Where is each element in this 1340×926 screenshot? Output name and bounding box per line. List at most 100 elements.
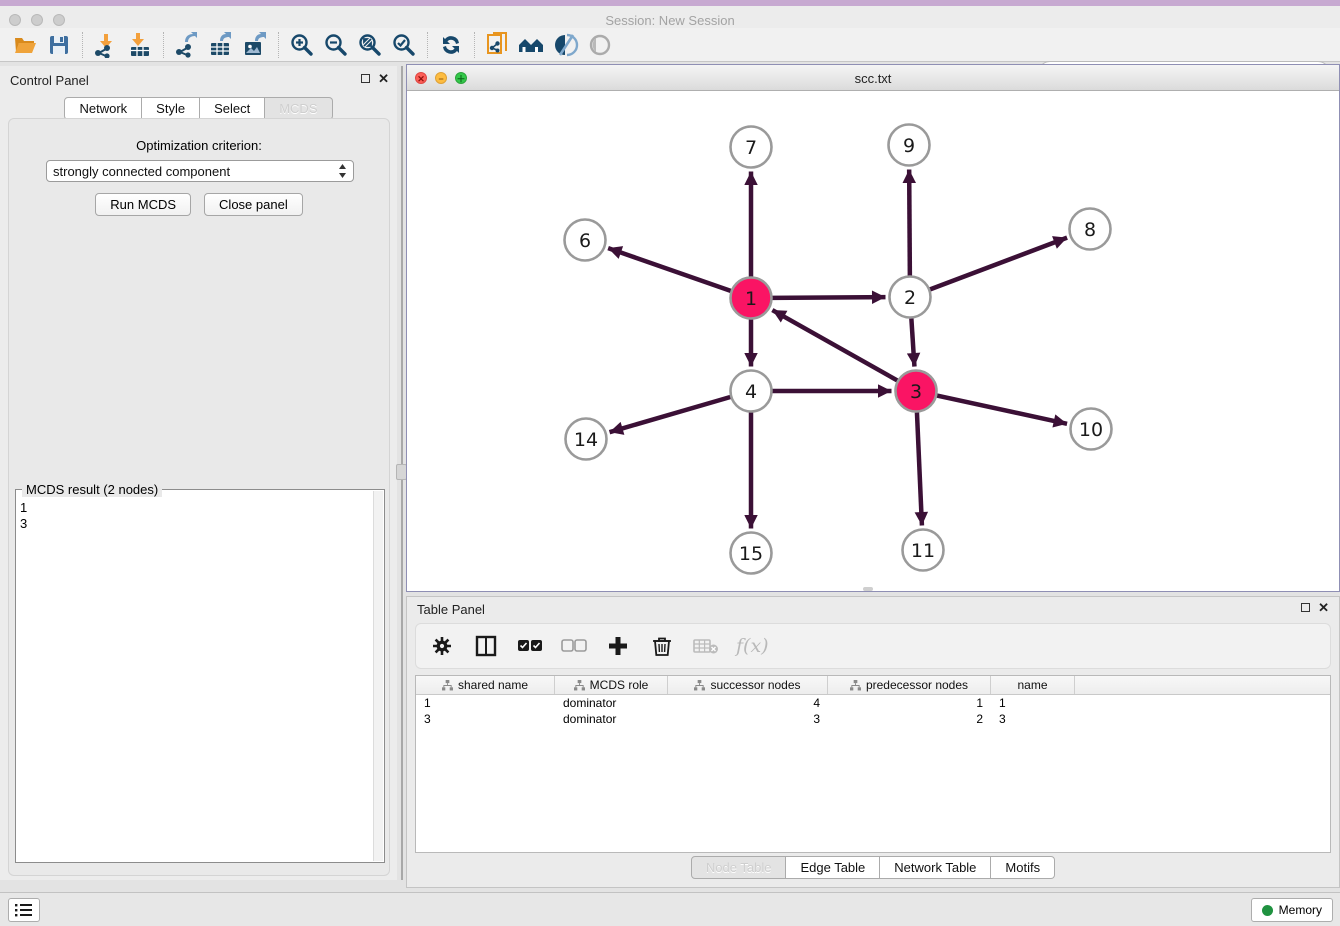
window-resize-handle[interactable] — [863, 587, 873, 591]
export-table-icon[interactable] — [204, 30, 238, 60]
column-header-predecessor-nodes[interactable]: predecessor nodes — [828, 676, 991, 694]
hierarchy-icon — [850, 680, 861, 691]
node-label-10: 10 — [1079, 419, 1103, 441]
clone-network-icon[interactable] — [481, 30, 515, 60]
node-table[interactable]: shared nameMCDS rolesuccessor nodesprede… — [415, 675, 1331, 853]
tab-mcds[interactable]: MCDS — [265, 97, 332, 120]
tab-node-table[interactable]: Node Table — [691, 856, 787, 879]
zoom-selected-icon[interactable] — [387, 30, 421, 60]
float-panel-icon[interactable] — [361, 74, 370, 83]
graphics-details-icon[interactable] — [549, 30, 583, 60]
column-header-name[interactable]: name — [991, 676, 1075, 694]
result-scrollbar[interactable] — [373, 491, 383, 861]
close-panel-icon[interactable]: ✕ — [378, 73, 389, 84]
table-row[interactable]: 3dominator323 — [416, 711, 1330, 727]
app-title: Session: New Session — [0, 13, 1340, 28]
control-panel-title: Control Panel — [10, 73, 89, 88]
create-column-icon[interactable] — [604, 632, 632, 660]
control-panel-tabs: NetworkStyleSelectMCDS — [0, 97, 397, 120]
edge-3-1[interactable] — [772, 310, 897, 380]
zoom-in-icon[interactable] — [285, 30, 319, 60]
node-label-9: 9 — [903, 135, 915, 157]
table-settings-icon[interactable] — [428, 632, 456, 660]
tab-network-table[interactable]: Network Table — [880, 856, 991, 879]
first-neighbors-icon[interactable] — [515, 30, 549, 60]
open-session-icon[interactable] — [8, 30, 42, 60]
node-label-4: 4 — [745, 381, 757, 403]
edge-1-2[interactable] — [772, 297, 885, 298]
delete-table-icon[interactable] — [692, 632, 720, 660]
node-table-header: shared nameMCDS rolesuccessor nodesprede… — [416, 676, 1330, 695]
run-mcds-button[interactable]: Run MCDS — [95, 193, 191, 216]
column-header-MCDS-role[interactable]: MCDS role — [555, 676, 668, 694]
criterion-select[interactable]: strongly connected component — [46, 160, 354, 182]
status-bar: Memory — [0, 892, 1340, 926]
toolbar-separator — [474, 32, 475, 58]
memory-button[interactable]: Memory — [1251, 898, 1333, 922]
edge-3-10[interactable] — [937, 396, 1067, 424]
close-panel-button[interactable]: Close panel — [204, 193, 303, 216]
function-builder-icon[interactable]: f(x) — [736, 635, 769, 657]
mcds-result-values[interactable]: 13 — [20, 500, 372, 860]
export-network-icon[interactable] — [170, 30, 204, 60]
table-row[interactable]: 1dominator411 — [416, 695, 1330, 711]
node-label-6: 6 — [579, 230, 591, 252]
table-cell[interactable]: dominator — [555, 695, 668, 711]
network-graph[interactable]: 7968124314101511 — [407, 91, 1339, 591]
mcds-result-title: MCDS result (2 nodes) — [22, 482, 162, 497]
show-columns-icon[interactable] — [472, 632, 500, 660]
toolbar-separator — [427, 32, 428, 58]
node-table-body: 1dominator4113dominator323 — [416, 695, 1330, 727]
mcds-tab-content: Optimization criterion: strongly connect… — [8, 118, 390, 876]
tab-network[interactable]: Network — [64, 97, 142, 120]
column-header-shared-name[interactable]: shared name — [416, 676, 555, 694]
save-session-icon[interactable] — [42, 30, 76, 60]
mcds-result-box: MCDS result (2 nodes) 13 — [15, 489, 385, 863]
deselect-all-icon[interactable] — [560, 632, 588, 660]
edge-2-9[interactable] — [909, 169, 910, 275]
export-image-icon[interactable] — [238, 30, 272, 60]
result-value: 3 — [20, 516, 372, 532]
column-header-successor-nodes[interactable]: successor nodes — [668, 676, 828, 694]
table-panel: Table Panel ✕ f(x) shared nameMCDS roles… — [406, 596, 1340, 888]
node-label-11: 11 — [911, 540, 935, 562]
edge-1-6[interactable] — [608, 248, 731, 291]
zoom-out-icon[interactable] — [319, 30, 353, 60]
table-panel-title: Table Panel — [417, 602, 485, 617]
edge-4-14[interactable] — [610, 397, 731, 432]
task-history-button[interactable] — [8, 898, 40, 922]
tab-edge-table[interactable]: Edge Table — [786, 856, 880, 879]
optimization-label: Optimization criterion: — [9, 138, 389, 153]
table-cell[interactable]: 1 — [416, 695, 555, 711]
table-cell[interactable]: 1 — [828, 695, 991, 711]
node-label-1: 1 — [745, 288, 757, 310]
edge-2-8[interactable] — [930, 238, 1067, 290]
select-all-icon[interactable] — [516, 632, 544, 660]
table-cell[interactable]: 1 — [991, 695, 1075, 711]
network-titlebar[interactable]: ✕ − ＋ scc.txt — [407, 65, 1339, 91]
tab-motifs[interactable]: Motifs — [991, 856, 1055, 879]
edge-3-11[interactable] — [917, 412, 922, 525]
select-stepper-icon — [338, 164, 347, 178]
network-canvas[interactable]: 7968124314101511 — [407, 91, 1339, 591]
table-cell[interactable]: 4 — [668, 695, 828, 711]
hierarchy-icon — [442, 680, 453, 691]
tab-style[interactable]: Style — [142, 97, 200, 120]
float-table-panel-icon[interactable] — [1301, 603, 1310, 612]
node-label-3: 3 — [910, 381, 922, 403]
edge-2-3[interactable] — [911, 318, 914, 366]
zoom-fit-icon[interactable] — [353, 30, 387, 60]
birds-eye-view-icon[interactable] — [583, 30, 617, 60]
table-cell[interactable]: 3 — [416, 711, 555, 727]
import-table-icon[interactable] — [123, 30, 157, 60]
import-network-icon[interactable] — [89, 30, 123, 60]
table-cell[interactable]: 2 — [828, 711, 991, 727]
table-cell[interactable]: 3 — [991, 711, 1075, 727]
close-table-panel-icon[interactable]: ✕ — [1318, 602, 1329, 613]
table-cell[interactable]: 3 — [668, 711, 828, 727]
table-cell[interactable]: dominator — [555, 711, 668, 727]
tab-select[interactable]: Select — [200, 97, 265, 120]
node-label-15: 15 — [739, 543, 763, 565]
delete-column-icon[interactable] — [648, 632, 676, 660]
apply-layout-icon[interactable] — [434, 30, 468, 60]
